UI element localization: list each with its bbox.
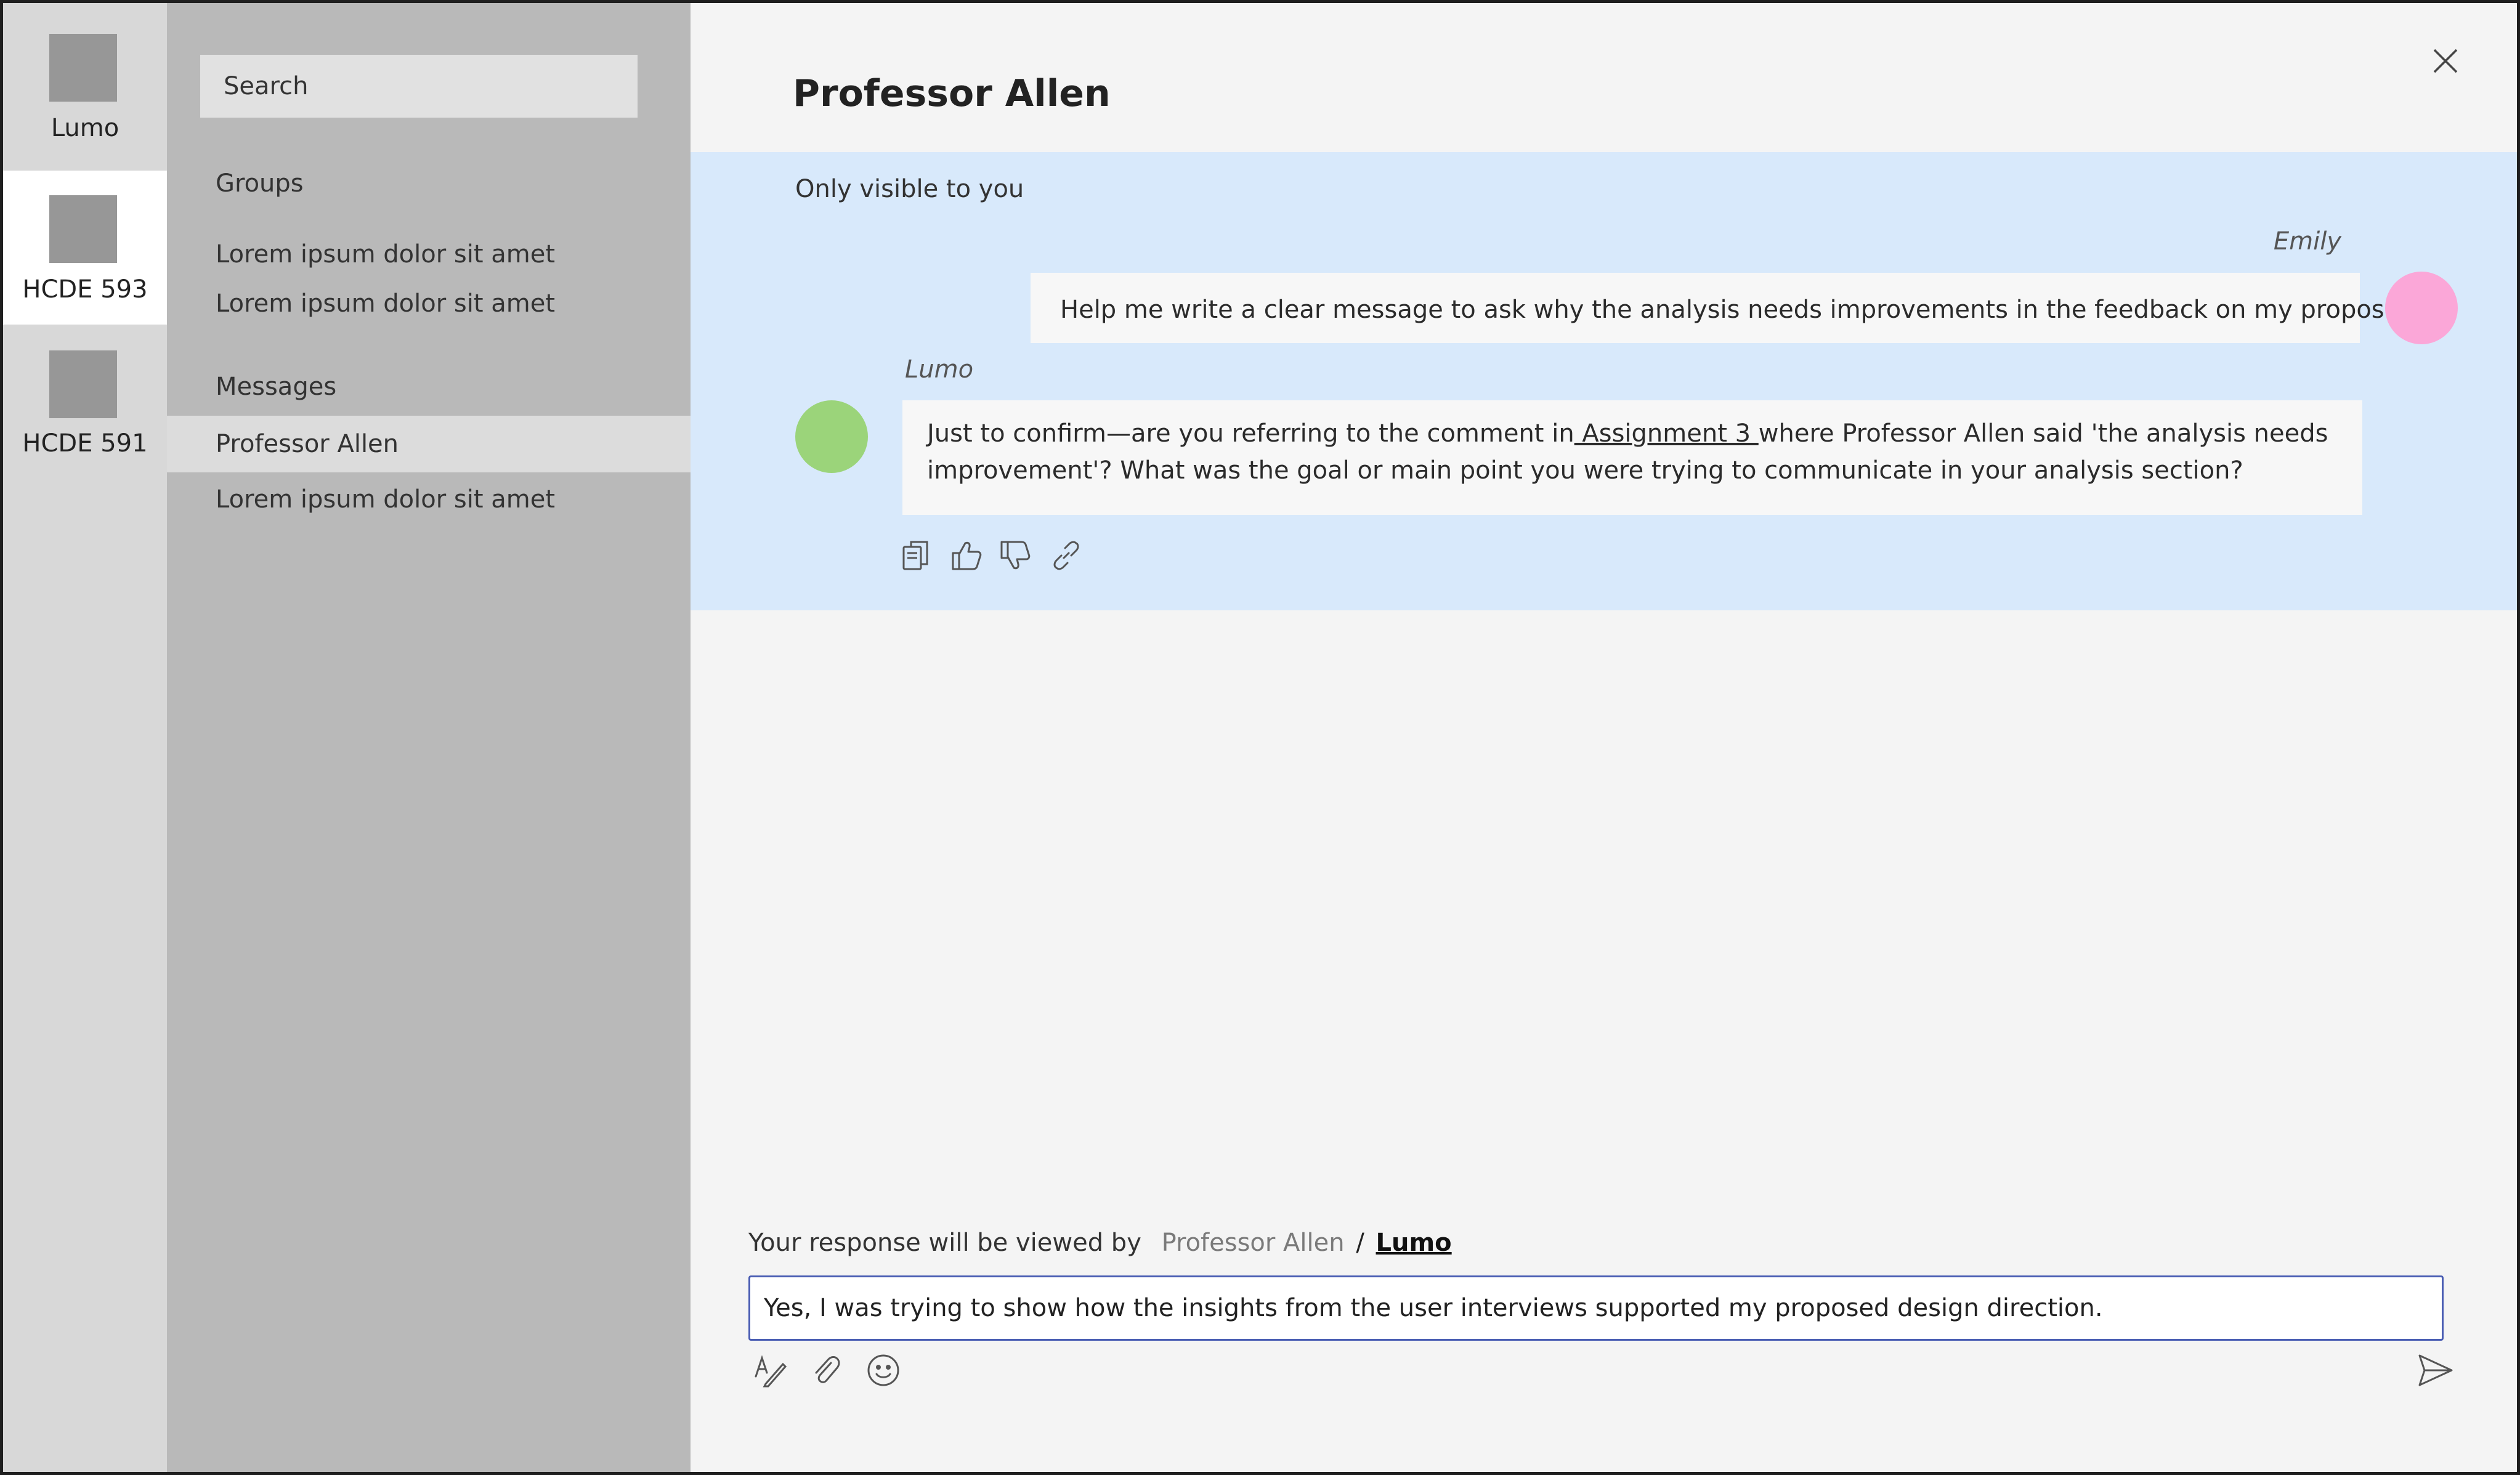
message-text: Just to confirm—are you referring to the… — [927, 419, 1574, 448]
close-icon[interactable] — [2431, 46, 2460, 76]
thumbs-up-icon[interactable] — [948, 537, 985, 574]
sender-name-lumo: Lumo — [905, 355, 974, 384]
copy-icon[interactable] — [899, 537, 936, 574]
app-placeholder-icon — [49, 34, 117, 102]
conversation-list: Search Groups Lorem ipsum dolor sit amet… — [167, 3, 691, 1472]
group-item[interactable]: Lorem ipsum dolor sit amet — [167, 275, 691, 332]
rail-item-label: HCDE 591 — [22, 429, 148, 458]
message-item[interactable]: Lorem ipsum dolor sit amet — [167, 471, 691, 528]
audience-professor-allen[interactable]: Professor Allen — [1162, 1229, 1345, 1257]
assistant-message-bubble: Just to confirm—are you referring to the… — [902, 400, 2362, 515]
group-item[interactable]: Lorem ipsum dolor sit amet — [167, 226, 691, 283]
app-placeholder-icon — [49, 195, 117, 263]
rail-item-lumo[interactable]: Lumo — [3, 3, 167, 157]
user-message-bubble: Help me write a clear message to ask why… — [1031, 273, 2419, 343]
format-icon[interactable] — [752, 1352, 789, 1389]
emoji-icon[interactable] — [865, 1352, 902, 1389]
rail-item-hcde-593[interactable]: HCDE 593 — [3, 171, 167, 325]
link-icon[interactable] — [1048, 537, 1085, 574]
attach-icon[interactable] — [808, 1352, 845, 1389]
chat-panel: Professor Allen Only visible to you Emil… — [691, 3, 2517, 1472]
audience-separator: / — [1356, 1229, 1364, 1257]
search-input[interactable]: Search — [200, 55, 638, 118]
rail-item-label: HCDE 593 — [22, 275, 148, 304]
app-placeholder-icon — [49, 350, 117, 418]
rail-item-label: Lumo — [51, 114, 120, 142]
messages-heading: Messages — [216, 373, 337, 401]
sender-name-emily: Emily — [2273, 227, 2341, 256]
thumbs-down-icon[interactable] — [997, 537, 1034, 574]
app-rail: Lumo HCDE 593 HCDE 591 — [3, 3, 167, 1472]
message-item-professor-allen[interactable]: Professor Allen — [167, 416, 691, 472]
groups-heading: Groups — [216, 169, 304, 198]
private-message-area: Only visible to you Emily Help me write … — [691, 152, 2517, 610]
assignment-3-link[interactable]: Assignment 3 — [1574, 419, 1759, 448]
audience-indicator: Your response will be viewed by Professo… — [748, 1229, 1452, 1257]
avatar-emily — [2385, 272, 2458, 344]
avatar-lumo — [795, 400, 868, 473]
audience-prefix: Your response will be viewed by — [748, 1229, 1141, 1257]
send-icon[interactable] — [2416, 1351, 2455, 1390]
audience-lumo-toggle[interactable]: Lumo — [1376, 1229, 1452, 1257]
message-input[interactable] — [748, 1275, 2444, 1341]
rail-item-hcde-591[interactable]: HCDE 591 — [3, 325, 167, 479]
chat-title: Professor Allen — [793, 72, 1111, 115]
app-window: Lumo HCDE 593 HCDE 591 Search Groups Lor… — [0, 0, 2520, 1475]
private-note: Only visible to you — [795, 175, 1024, 203]
